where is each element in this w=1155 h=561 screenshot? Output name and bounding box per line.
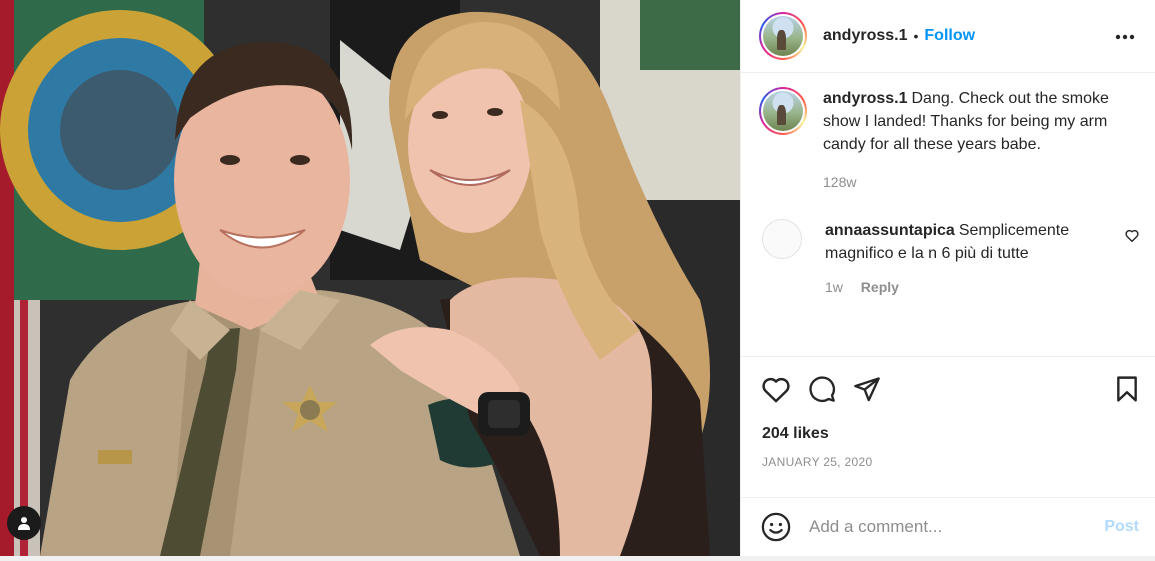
- smiley-icon: [761, 512, 791, 542]
- caption: andyross.1 Dang. Check out the smoke show…: [759, 87, 1139, 190]
- comment-age[interactable]: 1w: [825, 279, 843, 295]
- heart-icon: [762, 377, 790, 402]
- commenter-username[interactable]: annaassuntapica: [825, 222, 955, 239]
- like-comment-button[interactable]: [1125, 229, 1139, 247]
- post-photo[interactable]: [0, 0, 740, 556]
- caption-avatar[interactable]: [759, 87, 807, 135]
- follow-button[interactable]: Follow: [924, 27, 975, 45]
- caption-meta: 128w: [823, 174, 1123, 190]
- comment-icon: [809, 376, 835, 402]
- heart-icon: [1125, 229, 1139, 243]
- comment-input[interactable]: [809, 517, 1105, 537]
- photo-image: [0, 0, 740, 556]
- comment-text: annaassuntapica Semplicemente magnifico e…: [825, 219, 1115, 265]
- add-comment-bar: Post: [741, 497, 1155, 556]
- comments-section: andyross.1 Dang. Check out the smoke show…: [741, 73, 1155, 357]
- separator-dot: •: [913, 28, 919, 44]
- person-tag-icon: [18, 517, 30, 530]
- post-side-panel: andyross.1 • Follow andyross.1 Dang. Chec…: [740, 0, 1155, 556]
- bookmark-icon: [1117, 376, 1137, 402]
- caption-text: andyross.1 Dang. Check out the smoke show…: [823, 87, 1123, 156]
- reply-button[interactable]: Reply: [861, 279, 899, 295]
- post-comment-button[interactable]: Post: [1104, 518, 1139, 536]
- share-button[interactable]: [853, 376, 881, 402]
- page-bottom-edge: [0, 556, 1155, 561]
- emoji-button[interactable]: [761, 512, 791, 542]
- post-date[interactable]: JANUARY 25, 2020: [741, 455, 1155, 469]
- caption-age[interactable]: 128w: [823, 174, 856, 190]
- like-button[interactable]: [761, 376, 791, 403]
- comment-item: annaassuntapica Semplicemente magnifico e…: [759, 219, 1139, 295]
- paper-plane-icon: [854, 377, 880, 402]
- likes-count[interactable]: 204 likes: [741, 425, 1155, 443]
- action-bar: [741, 357, 1155, 421]
- comment-button[interactable]: [808, 375, 836, 403]
- comment-meta: 1w Reply: [825, 279, 1115, 295]
- more-options-button[interactable]: [1115, 27, 1135, 45]
- commenter-avatar[interactable]: [762, 219, 802, 259]
- caption-username[interactable]: andyross.1: [823, 90, 907, 107]
- post-header: andyross.1 • Follow: [741, 0, 1155, 73]
- save-button[interactable]: [1115, 376, 1139, 407]
- author-avatar[interactable]: [759, 12, 807, 60]
- more-horizontal-icon: [1115, 34, 1135, 40]
- person-tag-button[interactable]: [7, 506, 41, 540]
- author-username[interactable]: andyross.1: [823, 27, 907, 45]
